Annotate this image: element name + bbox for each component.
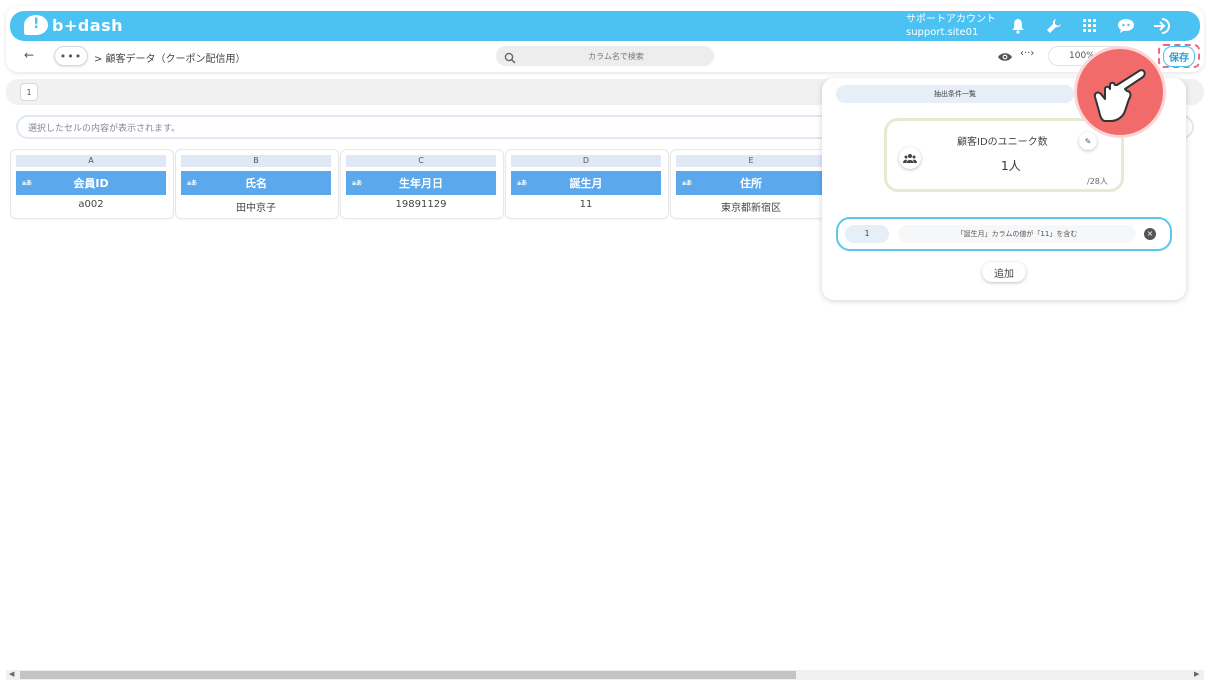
add-condition-button[interactable]: 追加 bbox=[982, 262, 1026, 282]
column-header[interactable]: aあ 住所 bbox=[676, 171, 826, 195]
column-header[interactable]: aあ 氏名 bbox=[181, 171, 331, 195]
text-type-icon: aあ bbox=[682, 180, 693, 187]
column-header[interactable]: aあ 生年月日 bbox=[346, 171, 496, 195]
code-view-icon[interactable]: ‹··› bbox=[1020, 48, 1034, 59]
column-card-c[interactable]: C aあ 生年月日 19891129 bbox=[341, 150, 503, 218]
column-name: 生年月日 bbox=[399, 177, 443, 190]
condition-row[interactable]: 1 「誕生月」カラムの値が「11」を含む × bbox=[836, 217, 1172, 251]
scroll-left-arrow-icon[interactable]: ◀ bbox=[9, 670, 14, 678]
logo-bubble-icon bbox=[24, 15, 48, 35]
search-input[interactable] bbox=[526, 46, 706, 66]
column-letter[interactable]: C bbox=[346, 155, 496, 167]
column-name: 会員ID bbox=[73, 177, 109, 190]
column-letter[interactable]: D bbox=[511, 155, 661, 167]
column-card-b[interactable]: B aあ 氏名 田中京子 bbox=[176, 150, 338, 218]
column-name: 誕生月 bbox=[569, 177, 603, 190]
more-button[interactable]: ••• bbox=[54, 46, 88, 66]
logo-text: b+dash bbox=[52, 15, 124, 35]
cell-value[interactable]: 19891129 bbox=[346, 199, 496, 210]
column-letter[interactable]: E bbox=[676, 155, 826, 167]
back-arrow-icon[interactable]: ← bbox=[24, 48, 34, 62]
sub-toolbar: ← ••• > 顧客データ（クーポン配信用） ‹··› 100% 保存 bbox=[10, 44, 1200, 70]
users-icon bbox=[899, 147, 921, 169]
scroll-right-arrow-icon[interactable]: ▶ bbox=[1194, 670, 1199, 678]
cell-value[interactable]: 田中京子 bbox=[181, 199, 331, 214]
cell-value[interactable]: a002 bbox=[16, 199, 166, 210]
cell-value[interactable]: 東京都新宿区 bbox=[676, 199, 826, 214]
column-name: 住所 bbox=[740, 177, 762, 190]
unique-count-total: /28人 bbox=[1087, 177, 1108, 186]
column-header[interactable]: aあ 誕生月 bbox=[511, 171, 661, 195]
filter-list-tab[interactable]: 抽出条件一覧 bbox=[836, 85, 1074, 103]
column-header[interactable]: aあ 会員ID bbox=[16, 171, 166, 195]
unique-count-title: 顧客IDのユニーク数 bbox=[957, 137, 1048, 148]
text-type-icon: aあ bbox=[517, 180, 528, 187]
account-id: support.site01 bbox=[906, 27, 979, 38]
eye-icon[interactable] bbox=[997, 48, 1013, 67]
save-button[interactable]: 保存 bbox=[1158, 44, 1200, 68]
bell-icon[interactable] bbox=[1008, 16, 1028, 36]
grid-icon[interactable] bbox=[1080, 16, 1100, 36]
condition-text[interactable]: 「誕生月」カラムの値が「11」を含む bbox=[898, 225, 1136, 243]
top-bar: b+dash サポートアカウント support.site01 bbox=[10, 11, 1200, 41]
search-icon bbox=[504, 49, 518, 64]
cell-content-text: 選択したセルの内容が表示されます。 bbox=[28, 124, 181, 134]
search-box[interactable] bbox=[496, 46, 714, 66]
pointing-hand-icon bbox=[1074, 46, 1166, 138]
horizontal-scrollbar[interactable]: ◀ ▶ bbox=[6, 670, 1204, 680]
column-card-a[interactable]: A aあ 会員ID a002 bbox=[11, 150, 173, 218]
column-card-d[interactable]: D aあ 誕生月 11 bbox=[506, 150, 668, 218]
logo[interactable]: b+dash bbox=[24, 15, 123, 35]
account-info[interactable]: サポートアカウント support.site01 bbox=[906, 13, 996, 39]
condition-number: 1 bbox=[845, 225, 889, 243]
cell-value[interactable]: 11 bbox=[511, 199, 661, 210]
page-tab-1[interactable]: 1 bbox=[20, 83, 38, 101]
breadcrumb: > 顧客データ（クーポン配信用） bbox=[94, 54, 246, 65]
chat-bot-icon[interactable] bbox=[1116, 16, 1136, 36]
logout-icon[interactable] bbox=[1152, 16, 1172, 36]
text-type-icon: aあ bbox=[352, 180, 363, 187]
text-type-icon: aあ bbox=[22, 180, 33, 187]
column-name: 氏名 bbox=[245, 177, 267, 190]
scrollbar-thumb[interactable] bbox=[20, 671, 796, 679]
wrench-icon[interactable] bbox=[1044, 16, 1064, 36]
save-button-label: 保存 bbox=[1163, 45, 1195, 67]
column-letter[interactable]: B bbox=[181, 155, 331, 167]
text-type-icon: aあ bbox=[187, 180, 198, 187]
unique-count-value: 1人 bbox=[1001, 159, 1021, 173]
column-letter[interactable]: A bbox=[16, 155, 166, 167]
column-card-e[interactable]: E aあ 住所 東京都新宿区 bbox=[671, 150, 833, 218]
account-name: サポートアカウント bbox=[906, 14, 996, 25]
remove-condition-icon[interactable]: × bbox=[1144, 228, 1156, 240]
